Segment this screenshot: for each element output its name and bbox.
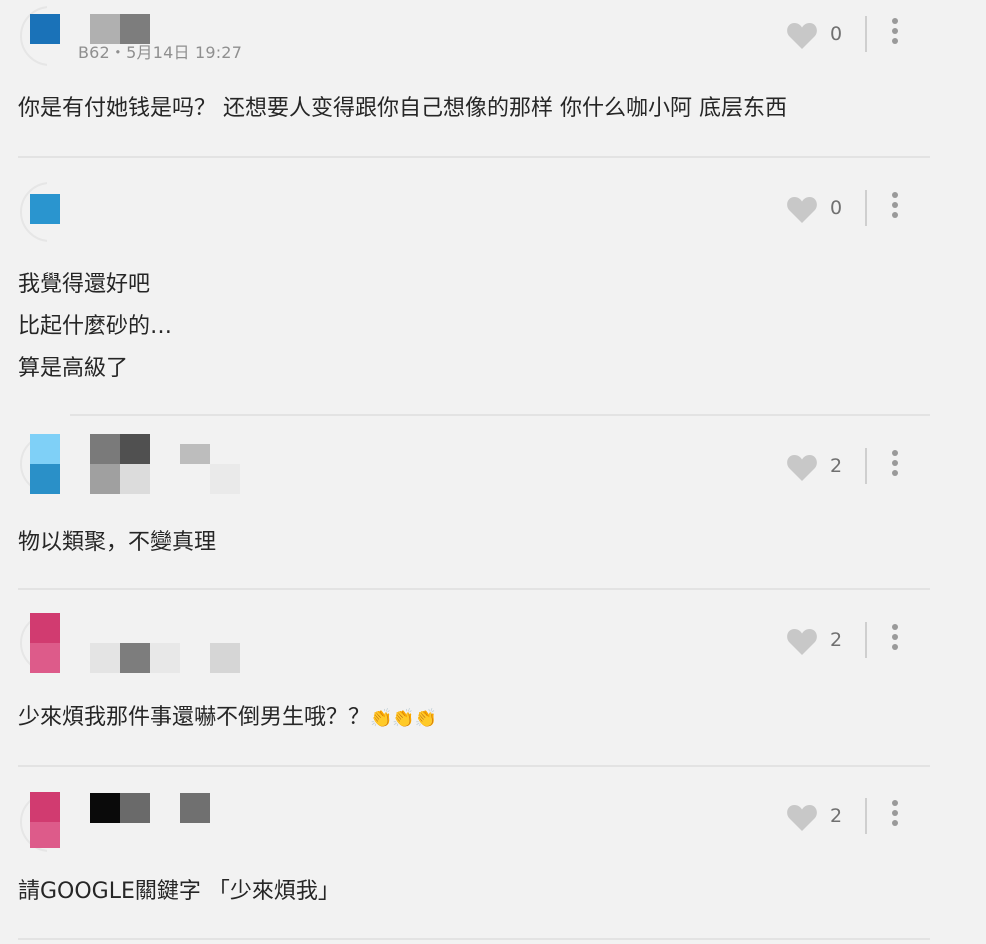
like-group: 2 [786,798,986,838]
username-blurred [210,464,240,494]
like-count: 0 [830,23,843,45]
username-blurred[interactable] [90,434,150,494]
divider [18,156,930,158]
separator [865,798,867,834]
more-vertical-icon[interactable] [890,800,900,830]
separator [865,16,867,52]
comment-text: 我覺得還好吧 比起什麼砂的… 算是高級了 [18,264,172,390]
like-group: 2 [786,622,986,662]
like-count: 0 [830,197,843,219]
like-count: 2 [830,805,843,827]
avatar[interactable] [20,434,62,494]
like-group: 0 [786,16,986,56]
comment-line: 比起什麼砂的… [18,314,173,339]
separator [865,190,867,226]
more-vertical-icon[interactable] [890,624,900,654]
avatar[interactable] [20,792,62,852]
username-blurred [180,793,210,823]
comment-text: 物以類聚，不變真理 [18,530,217,555]
divider [70,414,930,416]
comment-meta: B62・5月14日 19:27 [78,43,243,62]
divider [18,588,930,590]
comment-line: 我覺得還好吧 [18,272,151,297]
comment-text: 請GOOGLE關鍵字 「少來煩我」 [18,879,340,904]
separator [865,622,867,658]
divider [18,765,930,767]
avatar[interactable] [20,6,62,66]
divider [18,938,930,940]
like-count: 2 [830,455,843,477]
more-vertical-icon[interactable] [890,450,900,480]
heart-icon[interactable] [786,20,818,50]
heart-icon[interactable] [786,626,818,656]
avatar[interactable] [20,182,62,242]
heart-icon[interactable] [786,452,818,482]
like-group: 0 [786,190,986,230]
like-group: 2 [786,448,986,488]
heart-icon[interactable] [786,802,818,832]
comment-text: 少來煩我那件事還嚇不倒男生哦？？👏👏👏 [18,697,437,740]
username-blurred [180,444,210,464]
like-count: 2 [830,629,843,651]
comment-line: 算是高級了 [18,356,129,381]
separator [865,448,867,484]
more-vertical-icon[interactable] [890,18,900,48]
avatar[interactable] [20,613,62,673]
heart-icon[interactable] [786,194,818,224]
username-blurred [210,643,240,673]
more-vertical-icon[interactable] [890,192,900,222]
clapping-hands-icon: 👏👏👏 [370,708,438,729]
username-blurred[interactable] [90,643,180,673]
comment-text-body: 少來煩我那件事還嚇不倒男生哦？？ [18,705,371,730]
username-blurred[interactable] [90,793,150,823]
comment-text: 你是有付她钱是吗？ 还想要人变得跟你自己想像的那样 你什么咖小阿 底层东西 [18,96,787,121]
